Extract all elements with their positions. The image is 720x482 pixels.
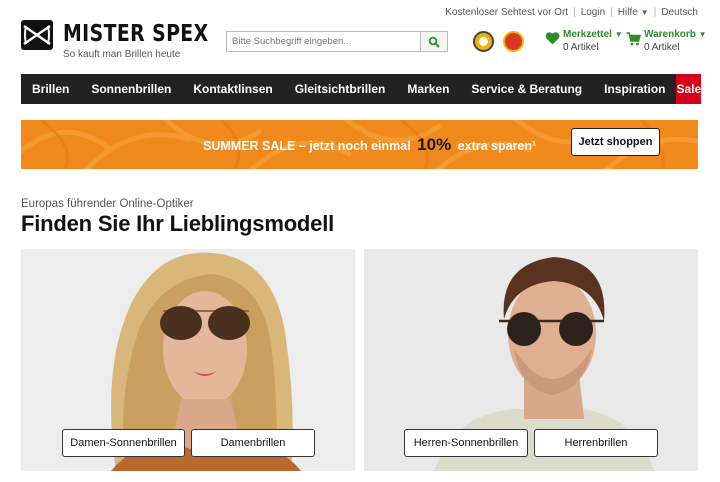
- banner-highlight: 10%: [417, 135, 452, 154]
- language-link[interactable]: Deutsch: [661, 7, 698, 18]
- cart[interactable]: Warenkorb ▼ 0 Artikel: [626, 29, 707, 53]
- wishlist-label: Merkzettel: [563, 29, 612, 40]
- cart-count: 0 Artikel: [644, 42, 680, 53]
- ekomi-badge-icon[interactable]: [503, 31, 524, 52]
- summer-sale-banner[interactable]: SUMMER SALE – jetzt noch einmal 10% extr…: [21, 120, 698, 169]
- women-sunglasses-button[interactable]: Damen-Sonnenbrillen: [62, 429, 185, 457]
- utility-links: Kostenloser Sehtest vor Ort | Login | Hi…: [445, 7, 698, 18]
- login-link[interactable]: Login: [581, 7, 605, 18]
- search-icon: [428, 36, 440, 48]
- cart-label: Warenkorb: [644, 29, 696, 40]
- divider: |: [610, 7, 613, 18]
- main-nav: Brillen Sonnenbrillen Kontaktlinsen Glei…: [21, 74, 702, 104]
- divider: |: [573, 7, 576, 18]
- search-bar: [226, 31, 448, 52]
- logo-tagline: So kauft man Brillen heute: [63, 49, 181, 60]
- nav-item-kontaktlinsen[interactable]: Kontaktlinsen: [182, 74, 283, 104]
- heart-icon: [545, 32, 560, 45]
- wishlist-count: 0 Artikel: [563, 42, 599, 53]
- search-button[interactable]: [420, 31, 448, 52]
- trusted-shops-badge-icon[interactable]: [473, 31, 494, 52]
- cart-icon: [626, 32, 641, 46]
- help-link[interactable]: Hilfe: [618, 7, 638, 18]
- nav-item-gleitsichtbrillen[interactable]: Gleitsichtbrillen: [284, 74, 397, 104]
- nav-item-brillen[interactable]: Brillen: [21, 74, 80, 104]
- banner-text-after: extra sparen¹: [457, 139, 537, 153]
- sehtest-link[interactable]: Kostenloser Sehtest vor Ort: [445, 7, 568, 18]
- women-category-tile[interactable]: Damen-Sonnenbrillen Damenbrillen: [21, 249, 355, 471]
- page-title: Finden Sie Ihr Lieblingsmodell: [21, 211, 335, 236]
- chevron-down-icon: ▼: [614, 30, 623, 39]
- nav-item-service[interactable]: Service & Beratung: [460, 74, 593, 104]
- men-glasses-button[interactable]: Herrenbrillen: [534, 429, 658, 457]
- banner-text-before: SUMMER SALE – jetzt noch einmal: [203, 139, 411, 153]
- divider: |: [653, 7, 657, 18]
- wishlist[interactable]: Merkzettel ▼ 0 Artikel: [545, 29, 623, 53]
- search-input[interactable]: [226, 31, 420, 52]
- logo-mark-icon: [21, 20, 53, 50]
- shop-now-button[interactable]: Jetzt shoppen: [571, 128, 660, 156]
- chevron-down-icon[interactable]: ▼: [641, 8, 649, 17]
- nav-item-sonnenbrillen[interactable]: Sonnenbrillen: [80, 74, 182, 104]
- logo[interactable]: MISTER SPEX So kauft man Brillen heute: [21, 20, 241, 60]
- banner-text: SUMMER SALE – jetzt noch einmal 10% extr…: [203, 120, 536, 169]
- women-glasses-button[interactable]: Damenbrillen: [191, 429, 315, 457]
- chevron-down-icon: ▼: [698, 30, 707, 39]
- men-sunglasses-button[interactable]: Herren-Sonnenbrillen: [404, 429, 528, 457]
- logo-name: MISTER SPEX: [63, 21, 209, 47]
- men-category-tile[interactable]: Herren-Sonnenbrillen Herrenbrillen: [364, 249, 698, 471]
- nav-item-marken[interactable]: Marken: [396, 74, 460, 104]
- nav-item-sale[interactable]: Sale: [676, 74, 702, 104]
- page-subtitle: Europas führender Online-Optiker: [21, 198, 194, 210]
- nav-item-inspiration[interactable]: Inspiration: [593, 74, 676, 104]
